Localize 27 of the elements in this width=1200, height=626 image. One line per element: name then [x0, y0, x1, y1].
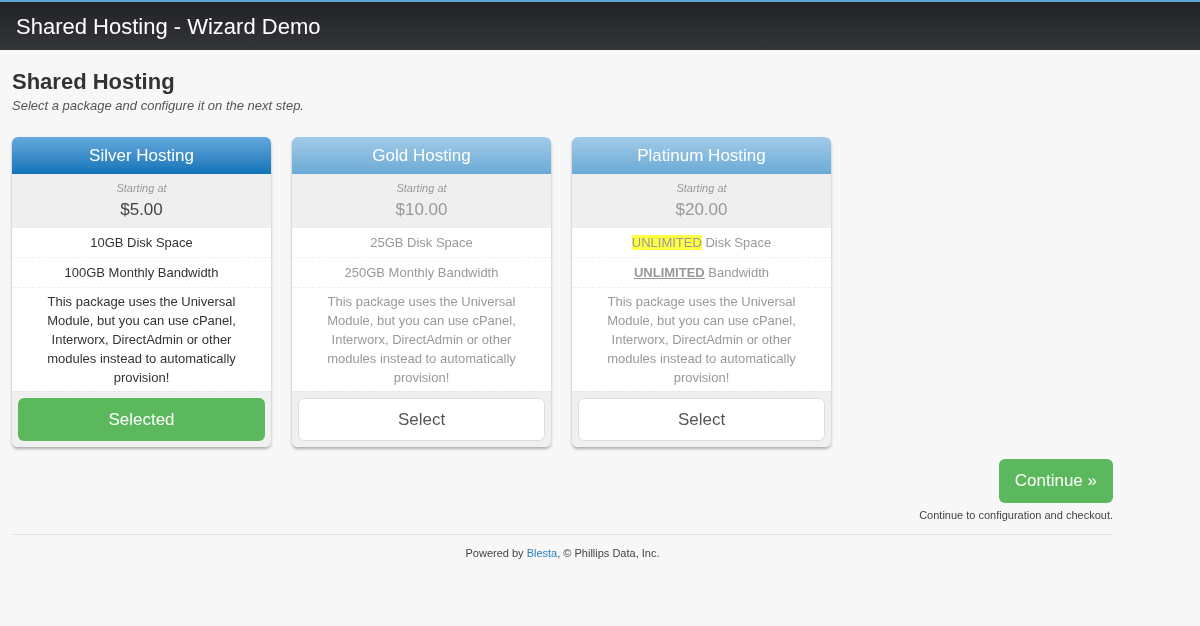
package-price: $20.00	[675, 198, 728, 221]
feature-text: 100GB Monthly Bandwidth	[64, 263, 219, 282]
package-name: Gold Hosting	[372, 144, 471, 167]
page-subtitle: Select a package and configure it on the next step.	[12, 96, 305, 115]
continue-hint: Continue to configuration and checkout.	[919, 508, 1113, 523]
feature-text: 10GB Disk Space	[90, 233, 193, 252]
select-button[interactable]: Select	[578, 398, 825, 441]
package-description: This package uses the Universal Module, but you can use cPanel, Interworx, DirectAdmin or other modules instead to automatically provision!	[326, 293, 517, 387]
continue-button[interactable]: Continue »	[998, 459, 1113, 503]
site-title: Shared Hosting - Wizard Demo	[16, 12, 321, 41]
starting-label: Starting at	[396, 181, 447, 196]
select-button[interactable]: Select	[298, 398, 545, 441]
package-name: Platinum Hosting	[637, 144, 766, 167]
starting-label: Starting at	[116, 181, 167, 196]
feature-text: 25GB Disk Space	[370, 233, 473, 252]
page-heading: Shared Hosting	[12, 68, 176, 96]
footer-text: Powered by Blesta, © Phillips Data, Inc.	[465, 545, 660, 561]
package-name: Silver Hosting	[89, 144, 194, 167]
selected-button[interactable]: Selected	[18, 398, 265, 441]
feature-text: UNLIMITED Bandwidth	[633, 263, 770, 282]
feature-text: 250GB Monthly Bandwidth	[344, 263, 499, 282]
package-price: $5.00	[120, 198, 163, 221]
package-price: $10.00	[395, 198, 448, 221]
starting-label: Starting at	[676, 181, 727, 196]
feature-text: UNLIMITED Disk Space	[631, 233, 772, 252]
package-description: This package uses the Universal Module, but you can use cPanel, Interworx, DirectAdmin or other modules instead to automatically provision!	[46, 293, 237, 387]
package-description: This package uses the Universal Module, but you can use cPanel, Interworx, DirectAdmin or other modules instead to automatically provision!	[606, 293, 797, 387]
